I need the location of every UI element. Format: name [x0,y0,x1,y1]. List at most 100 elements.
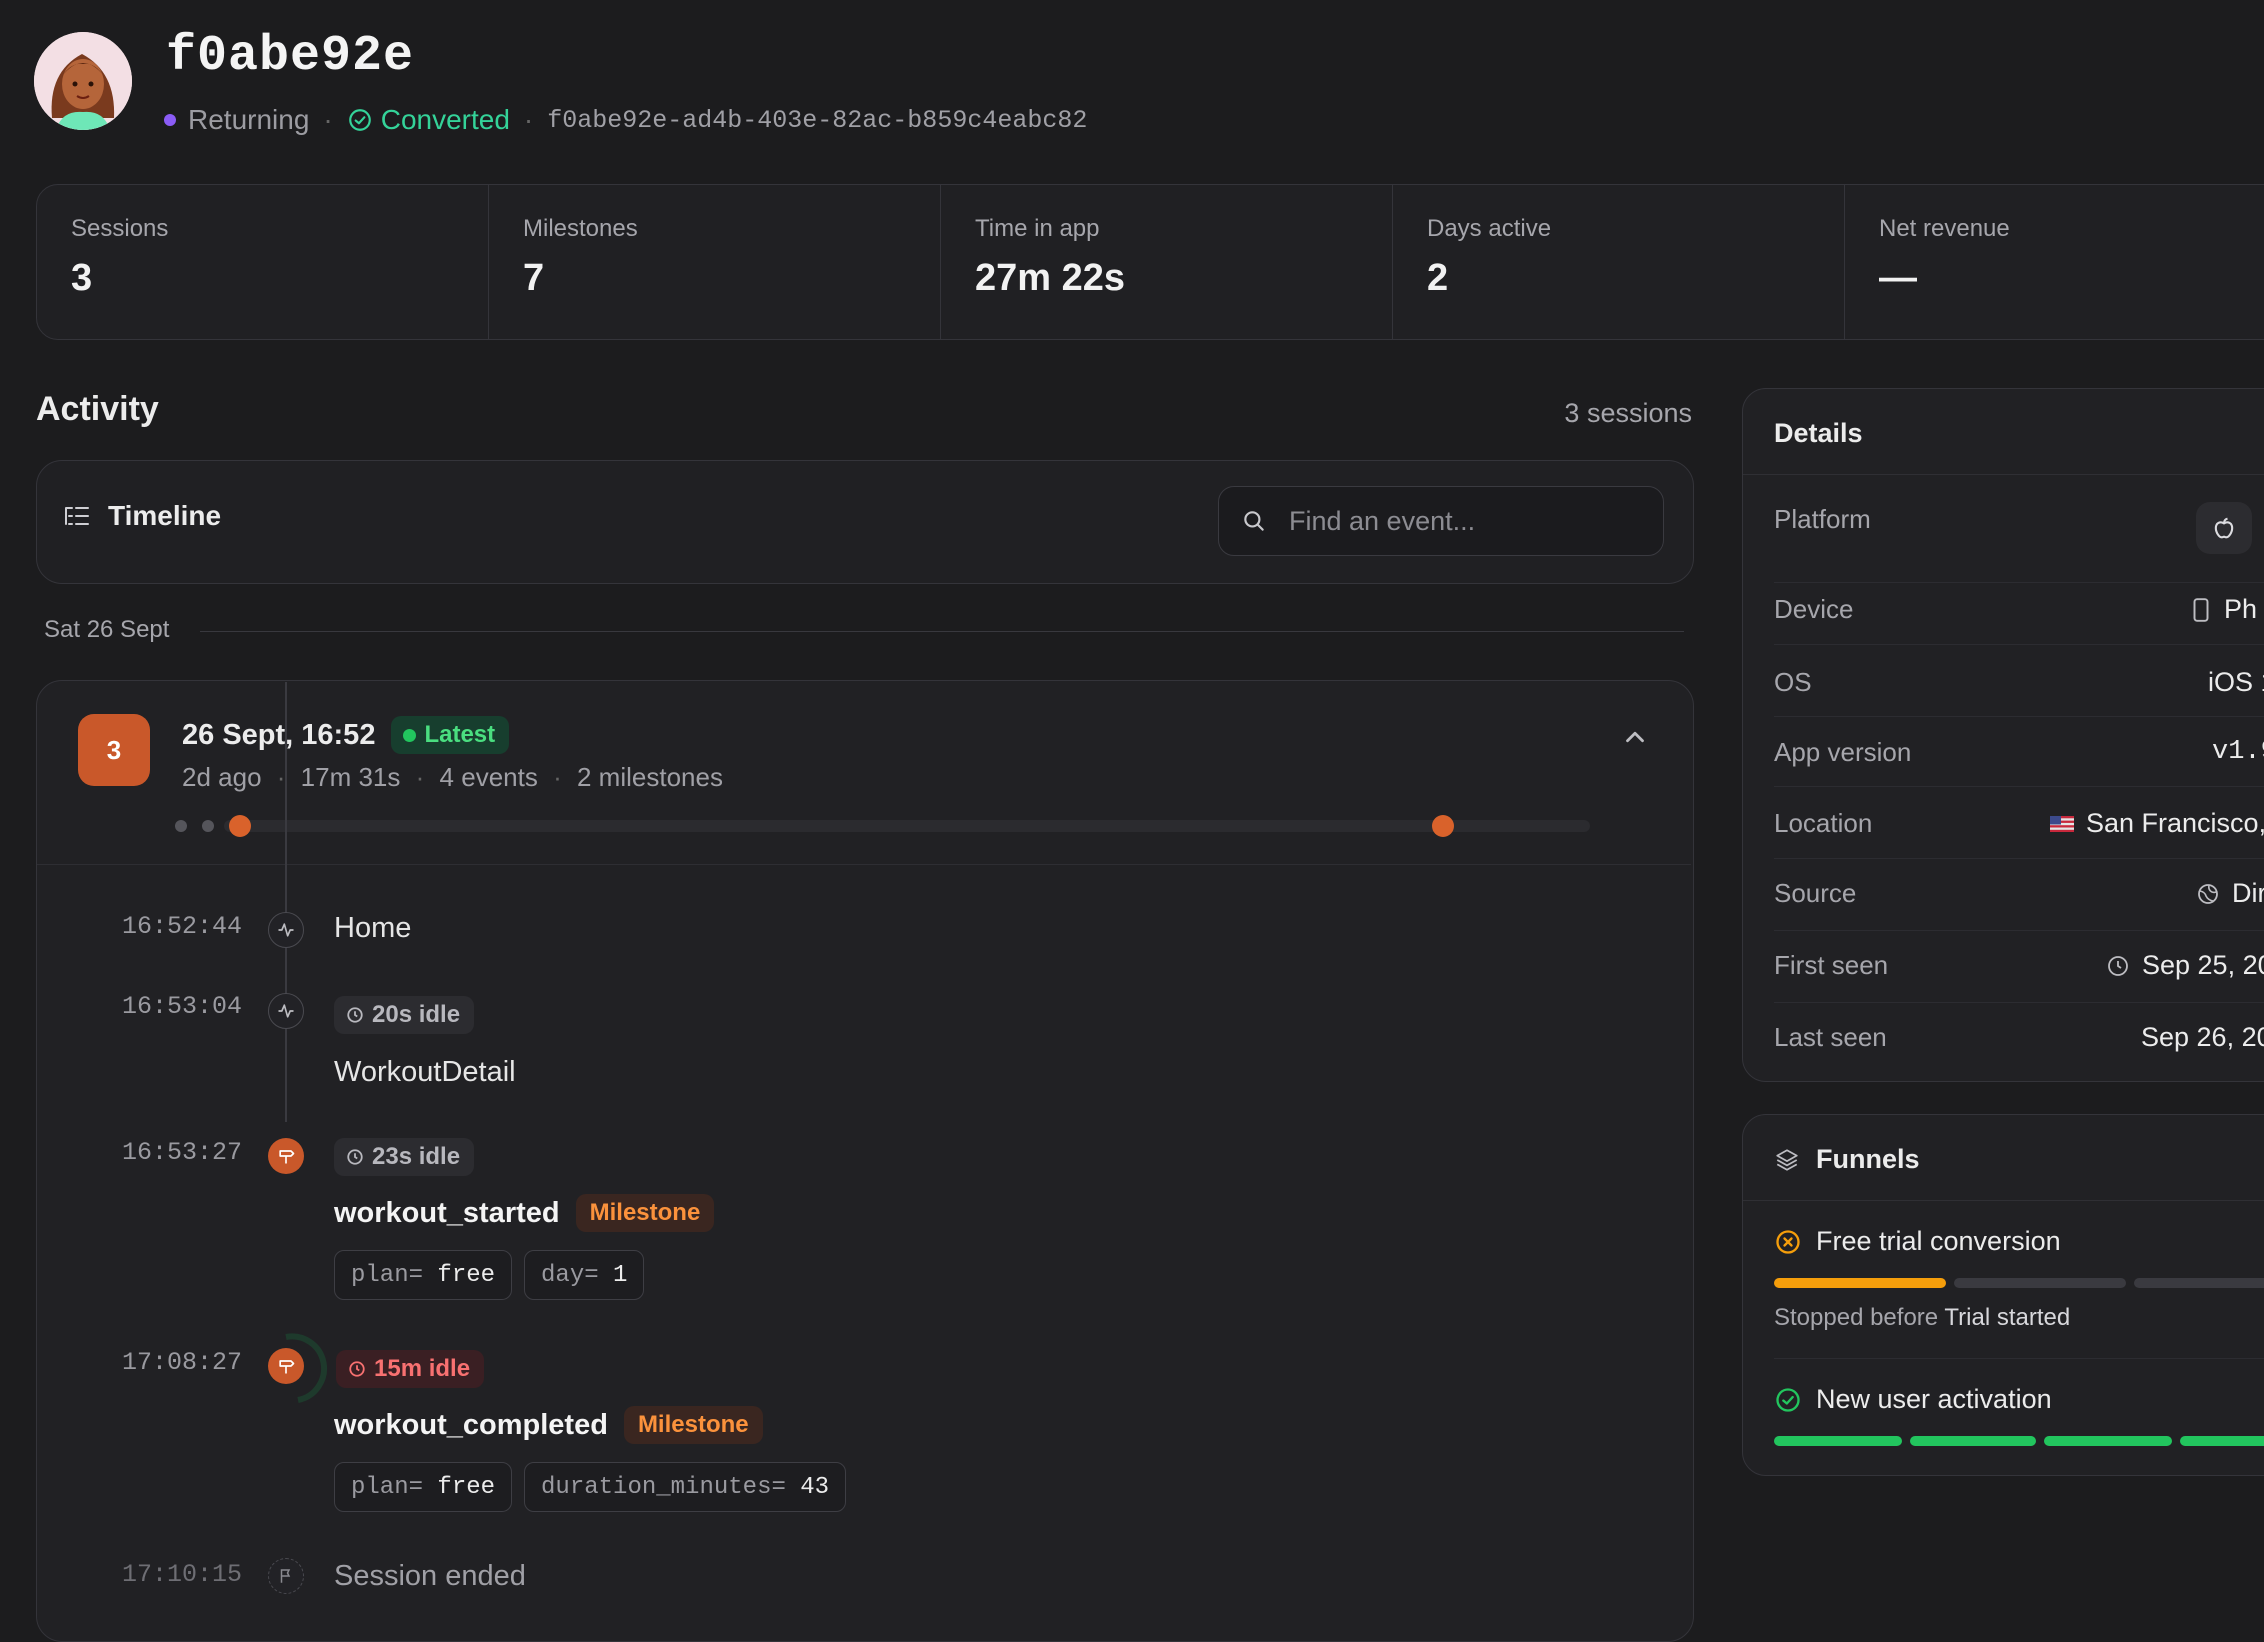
event-time: 17:10:15 [122,1560,243,1589]
chevron-up-icon[interactable] [1620,722,1650,752]
idle-label: 23s idle [372,1143,461,1170]
activity-icon [268,912,304,948]
event-name[interactable]: Home [334,912,411,945]
user-uuid[interactable]: f0abe92e-ad4b-403e-82ac-b859c4eabc82 [547,106,1087,135]
funnel-item[interactable]: Free trial conversion [1774,1226,2061,1257]
stat-value: 3 [71,257,93,299]
event-property[interactable]: plan= free [334,1250,513,1300]
timeline-label: Timeline [108,500,222,531]
funnel-step-incomplete [1954,1278,2126,1288]
prop-value: 43 [800,1473,830,1501]
event-search-box[interactable] [1218,486,1664,556]
detail-value-last-seen: Sep 26, 20 [2141,1022,2264,1052]
latest-dot [403,728,417,742]
detail-label-platform: Platform [1774,504,1871,534]
detail-label-location: Location [1774,808,1873,838]
prop-value: 1 [613,1261,628,1289]
check-circle-icon [348,109,371,131]
activity-icon [268,993,304,1029]
event-property[interactable]: plan= free [334,1462,513,1512]
funnel-step-complete [2180,1436,2264,1446]
stat-value: 2 [1427,257,1449,299]
track-milestone-dot[interactable] [229,815,251,837]
search-icon [1244,511,1264,531]
track-event-dot[interactable] [202,820,214,832]
stat-value: — [1879,257,1917,299]
detail-value-app-version: v1.9 [2212,737,2264,767]
status-label: Returning [188,104,310,135]
detail-label-last-seen: Last seen [1774,1022,1887,1052]
divider [1774,644,2264,645]
prop-key: day= [541,1261,599,1289]
stat-label: Net revenue [1879,215,2010,242]
funnel-item[interactable]: New user activation [1774,1384,2052,1415]
milestone-badge: Milestone [575,1194,715,1232]
event-name: workout_completed [334,1408,608,1441]
event-row[interactable]: workout_completed Milestone [334,1406,763,1444]
timeline-tab[interactable]: Timeline [64,500,221,532]
event-props: plan= free duration_minutes= 43 [334,1462,847,1512]
divider [1743,1200,2264,1201]
event-search-input[interactable] [1287,504,1651,538]
separator: · [415,762,425,792]
event-name[interactable]: Session ended [334,1560,526,1593]
idle-label: 20s idle [372,1001,461,1028]
detail-value-source: Dir [2196,878,2264,909]
stat-label: Sessions [71,215,169,242]
latest-label: Latest [424,721,496,748]
idle-badge: 20s idle [334,996,475,1034]
idle-badge: 15m idle [336,1350,485,1388]
event-property[interactable]: day= 1 [524,1250,645,1300]
event-row[interactable]: workout_started Milestone [334,1194,715,1232]
detail-label-first-seen: First seen [1774,950,1889,980]
activity-heading: Activity [36,390,159,428]
signpost-icon [268,1348,304,1384]
stat-milestones: Milestones 7 [489,185,941,339]
funnels-heading: Funnels [1774,1144,1920,1175]
event-name: workout_started [334,1196,560,1229]
date-divider-label: Sat 26 Sept [44,616,170,643]
first-seen-value: Sep 25, 20 [2142,950,2264,980]
funnel-step-incomplete [2134,1278,2264,1288]
converted-label: Converted [380,104,510,135]
sessions-count: 3 sessions [1564,398,1692,428]
funnels-title: Funnels [1816,1144,1920,1174]
detail-label-app-version: App version [1774,737,1912,767]
track-event-dot[interactable] [175,820,187,832]
funnel-step-complete [1774,1278,1946,1288]
track-milestone-dot[interactable] [1432,815,1454,837]
divider [1774,858,2264,859]
idle-badge: 23s idle [334,1138,475,1176]
converted-badge: Converted [347,104,510,136]
session-ago: 2d ago [182,762,262,792]
prop-key: plan= [351,1261,424,1289]
timeline-list-icon [65,507,89,525]
stat-label: Time in app [975,215,1100,242]
clock-icon [349,1361,365,1377]
stat-label: Milestones [523,215,638,242]
event-property[interactable]: duration_minutes= 43 [524,1462,847,1512]
phone-icon [2193,597,2209,622]
divider [1774,930,2264,931]
prop-key: plan= [351,1473,424,1501]
divider [1774,1358,2264,1359]
event-name[interactable]: WorkoutDetail [334,1056,516,1089]
timeline-connector [285,682,287,1122]
funnel-note-step: Trial started [1944,1304,2071,1331]
device-value: Ph [2224,594,2258,624]
stat-time-in-app: Time in app 27m 22s [941,185,1393,339]
prop-value: free [437,1261,496,1289]
prop-key: duration_minutes= [541,1473,786,1501]
funnel-name: Free trial conversion [1816,1226,2061,1256]
check-circle-icon [1776,1387,1800,1412]
session-header[interactable]: 26 Sept, 16:52 Latest [182,716,510,754]
stat-label: Days active [1427,215,1552,242]
divider [1774,1002,2264,1003]
detail-value-first-seen: Sep 25, 20 [2106,950,2264,981]
separator: · [553,762,562,792]
detail-value-location: San Francisco, [2050,808,2264,839]
stat-net-revenue: Net revenue — [1845,185,2264,339]
clock-icon [347,1007,363,1023]
user-meta-row: Returning · Converted · f0abe92e-ad4b-40… [164,100,1087,140]
divider [1774,786,2264,787]
